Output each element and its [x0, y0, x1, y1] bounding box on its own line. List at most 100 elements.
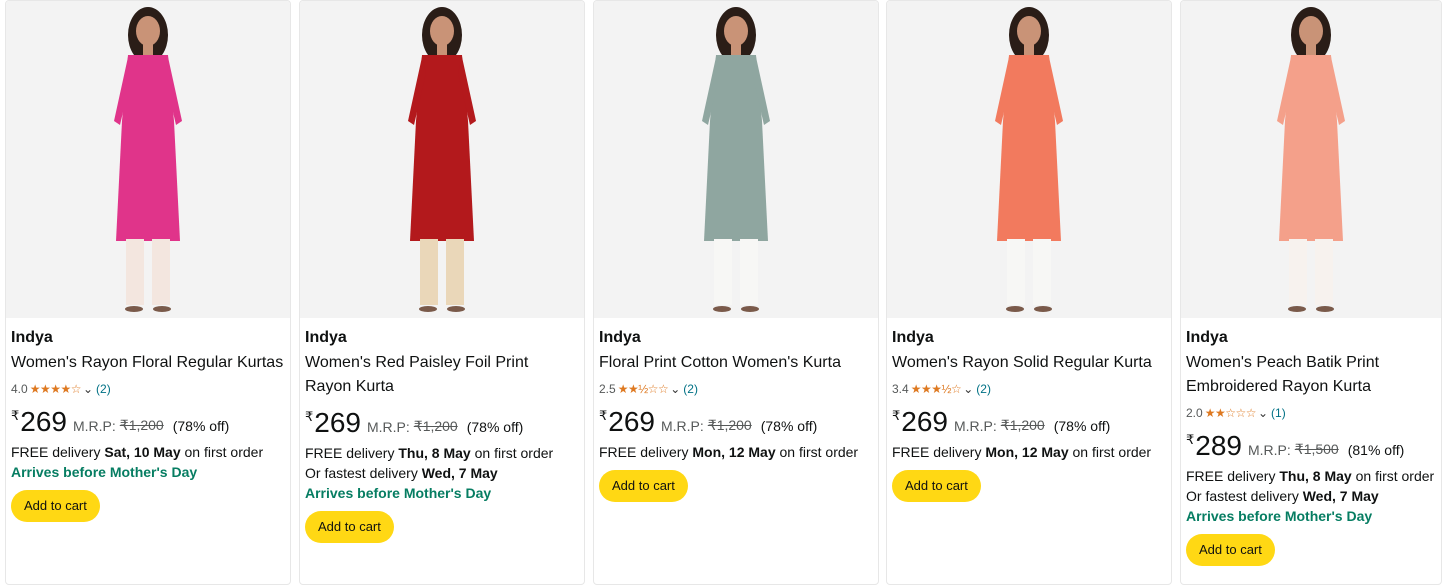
delivery-suffix: on first order — [180, 444, 264, 460]
price-row: ₹ 269 M.R.P: ₹1,200 (78% off) — [305, 408, 578, 438]
product-grid: Indya Women's Rayon Floral Regular Kurta… — [0, 0, 1443, 585]
mrp-value: ₹1,200 — [119, 417, 164, 433]
mrp-value: ₹1,200 — [1000, 417, 1045, 433]
product-card-3: Indya Floral Print Cotton Women's Kurta … — [593, 0, 879, 585]
delivery-suffix: on first order — [775, 444, 859, 460]
currency-symbol: ₹ — [305, 409, 314, 424]
arrives-before-badge: Arrives before Mother's Day — [305, 485, 492, 501]
star-rating-icon[interactable]: ★★☆☆☆ — [1205, 404, 1257, 422]
model-photo — [1277, 7, 1345, 312]
mrp-label: M.R.P: — [954, 418, 997, 434]
star-rating-icon[interactable]: ★★★★☆ — [30, 380, 82, 398]
discount-percent: (78% off) — [1053, 418, 1111, 434]
currency-symbol: ₹ — [599, 408, 608, 423]
add-to-cart-button[interactable]: Add to cart — [599, 470, 688, 502]
mrp-value: ₹1,200 — [707, 417, 752, 433]
review-count-link[interactable]: (1) — [1271, 404, 1286, 422]
delivery-info: FREE delivery Mon, 12 May on first order — [599, 442, 872, 462]
discount-percent: (78% off) — [466, 419, 524, 435]
rating-value: 2.5 — [599, 382, 616, 396]
rating-row: 4.0 ★★★★☆ ⌄ (2) — [11, 380, 284, 398]
product-card-4: Indya Women's Rayon Solid Regular Kurta … — [886, 0, 1172, 585]
delivery-date: Thu, 8 May — [398, 445, 471, 461]
brand-name: Indya — [305, 329, 347, 346]
rating-value: 4.0 — [11, 382, 28, 396]
product-card-5: Indya Women's Peach Batik Print Embroide… — [1180, 0, 1442, 585]
arrives-before-badge: Arrives before Mother's Day — [11, 464, 198, 480]
delivery-prefix: FREE delivery — [1186, 468, 1280, 484]
fastest-prefix: Or fastest delivery — [305, 465, 422, 481]
delivery-suffix: on first order — [1068, 444, 1152, 460]
discount-percent: (78% off) — [760, 418, 818, 434]
model-photo — [114, 7, 182, 312]
chevron-down-icon[interactable]: ⌄ — [83, 380, 93, 398]
delivery-info: FREE delivery Thu, 8 May on first order … — [305, 443, 578, 483]
rating-row: 2.0 ★★☆☆☆ ⌄ (1) — [1186, 404, 1435, 422]
product-image[interactable] — [6, 1, 290, 318]
price: 269 — [901, 406, 948, 437]
add-to-cart-button[interactable]: Add to cart — [892, 470, 981, 502]
free-delivery-line: FREE delivery Thu, 8 May on first order — [305, 443, 578, 463]
mrp-label: M.R.P: — [1248, 442, 1291, 458]
free-delivery-line: FREE delivery Mon, 12 May on first order — [892, 442, 1165, 462]
add-to-cart-button[interactable]: Add to cart — [11, 490, 100, 522]
star-rating-icon[interactable]: ★★★½☆ — [911, 380, 962, 398]
currency-symbol: ₹ — [1186, 432, 1195, 447]
mrp-label: M.R.P: — [367, 419, 410, 435]
review-count-link[interactable]: (2) — [683, 380, 698, 398]
chevron-down-icon[interactable]: ⌄ — [963, 380, 973, 398]
rating-value: 3.4 — [892, 382, 909, 396]
discount-percent: (81% off) — [1347, 442, 1405, 458]
review-count-link[interactable]: (2) — [976, 380, 991, 398]
fastest-date: Wed, 7 May — [421, 465, 498, 481]
chevron-down-icon[interactable]: ⌄ — [1258, 404, 1268, 422]
rating-row: 3.4 ★★★½☆ ⌄ (2) — [892, 380, 1165, 398]
delivery-date: Mon, 12 May — [692, 444, 776, 460]
delivery-prefix: FREE delivery — [11, 444, 105, 460]
product-title-link[interactable]: Women's Rayon Solid Regular Kurta — [892, 351, 1165, 375]
brand-name: Indya — [892, 329, 934, 346]
delivery-prefix: FREE delivery — [305, 445, 399, 461]
brand-name: Indya — [1186, 329, 1228, 346]
product-image[interactable] — [1181, 1, 1441, 318]
product-image[interactable] — [300, 1, 584, 318]
price-row: ₹ 269 M.R.P: ₹1,200 (78% off) — [599, 407, 872, 437]
delivery-suffix: on first order — [470, 445, 554, 461]
delivery-info: FREE delivery Sat, 10 May on first order — [11, 442, 284, 462]
product-title-link[interactable]: Floral Print Cotton Women's Kurta — [599, 351, 872, 375]
mrp-value: ₹1,200 — [413, 418, 458, 434]
currency-symbol: ₹ — [11, 408, 20, 423]
model-photo — [995, 7, 1063, 312]
star-rating-icon[interactable]: ★★½☆☆ — [618, 380, 669, 398]
model-photo — [408, 7, 476, 312]
review-count-link[interactable]: (2) — [96, 380, 111, 398]
add-to-cart-button[interactable]: Add to cart — [305, 511, 394, 543]
delivery-info: FREE delivery Thu, 8 May on first order … — [1186, 466, 1435, 506]
model-photo — [702, 7, 770, 312]
price: 289 — [1195, 430, 1242, 461]
delivery-suffix: on first order — [1351, 468, 1435, 484]
mrp-value: ₹1,500 — [1294, 441, 1339, 457]
add-to-cart-button[interactable]: Add to cart — [1186, 534, 1275, 566]
delivery-date: Mon, 12 May — [985, 444, 1069, 460]
free-delivery-line: FREE delivery Mon, 12 May on first order — [599, 442, 872, 462]
fastest-date: Wed, 7 May — [1302, 488, 1379, 504]
product-image[interactable] — [594, 1, 878, 318]
brand-name: Indya — [11, 329, 53, 346]
free-delivery-line: FREE delivery Thu, 8 May on first order — [1186, 466, 1435, 486]
product-card-2: Indya Women's Red Paisley Foil Print Ray… — [299, 0, 585, 585]
product-title-link[interactable]: Women's Red Paisley Foil Print Rayon Kur… — [305, 351, 578, 399]
delivery-date: Sat, 10 May — [104, 444, 181, 460]
price: 269 — [314, 407, 361, 438]
rating-value: 2.0 — [1186, 406, 1203, 420]
delivery-info: FREE delivery Mon, 12 May on first order — [892, 442, 1165, 462]
product-card-1: Indya Women's Rayon Floral Regular Kurta… — [5, 0, 291, 585]
product-image[interactable] — [887, 1, 1171, 318]
price-row: ₹ 269 M.R.P: ₹1,200 (78% off) — [11, 407, 284, 437]
product-title-link[interactable]: Women's Peach Batik Print Embroidered Ra… — [1186, 351, 1435, 399]
chevron-down-icon[interactable]: ⌄ — [670, 380, 680, 398]
rating-row: 2.5 ★★½☆☆ ⌄ (2) — [599, 380, 872, 398]
discount-percent: (78% off) — [172, 418, 230, 434]
arrives-before-badge: Arrives before Mother's Day — [1186, 508, 1373, 524]
product-title-link[interactable]: Women's Rayon Floral Regular Kurtas — [11, 351, 284, 375]
